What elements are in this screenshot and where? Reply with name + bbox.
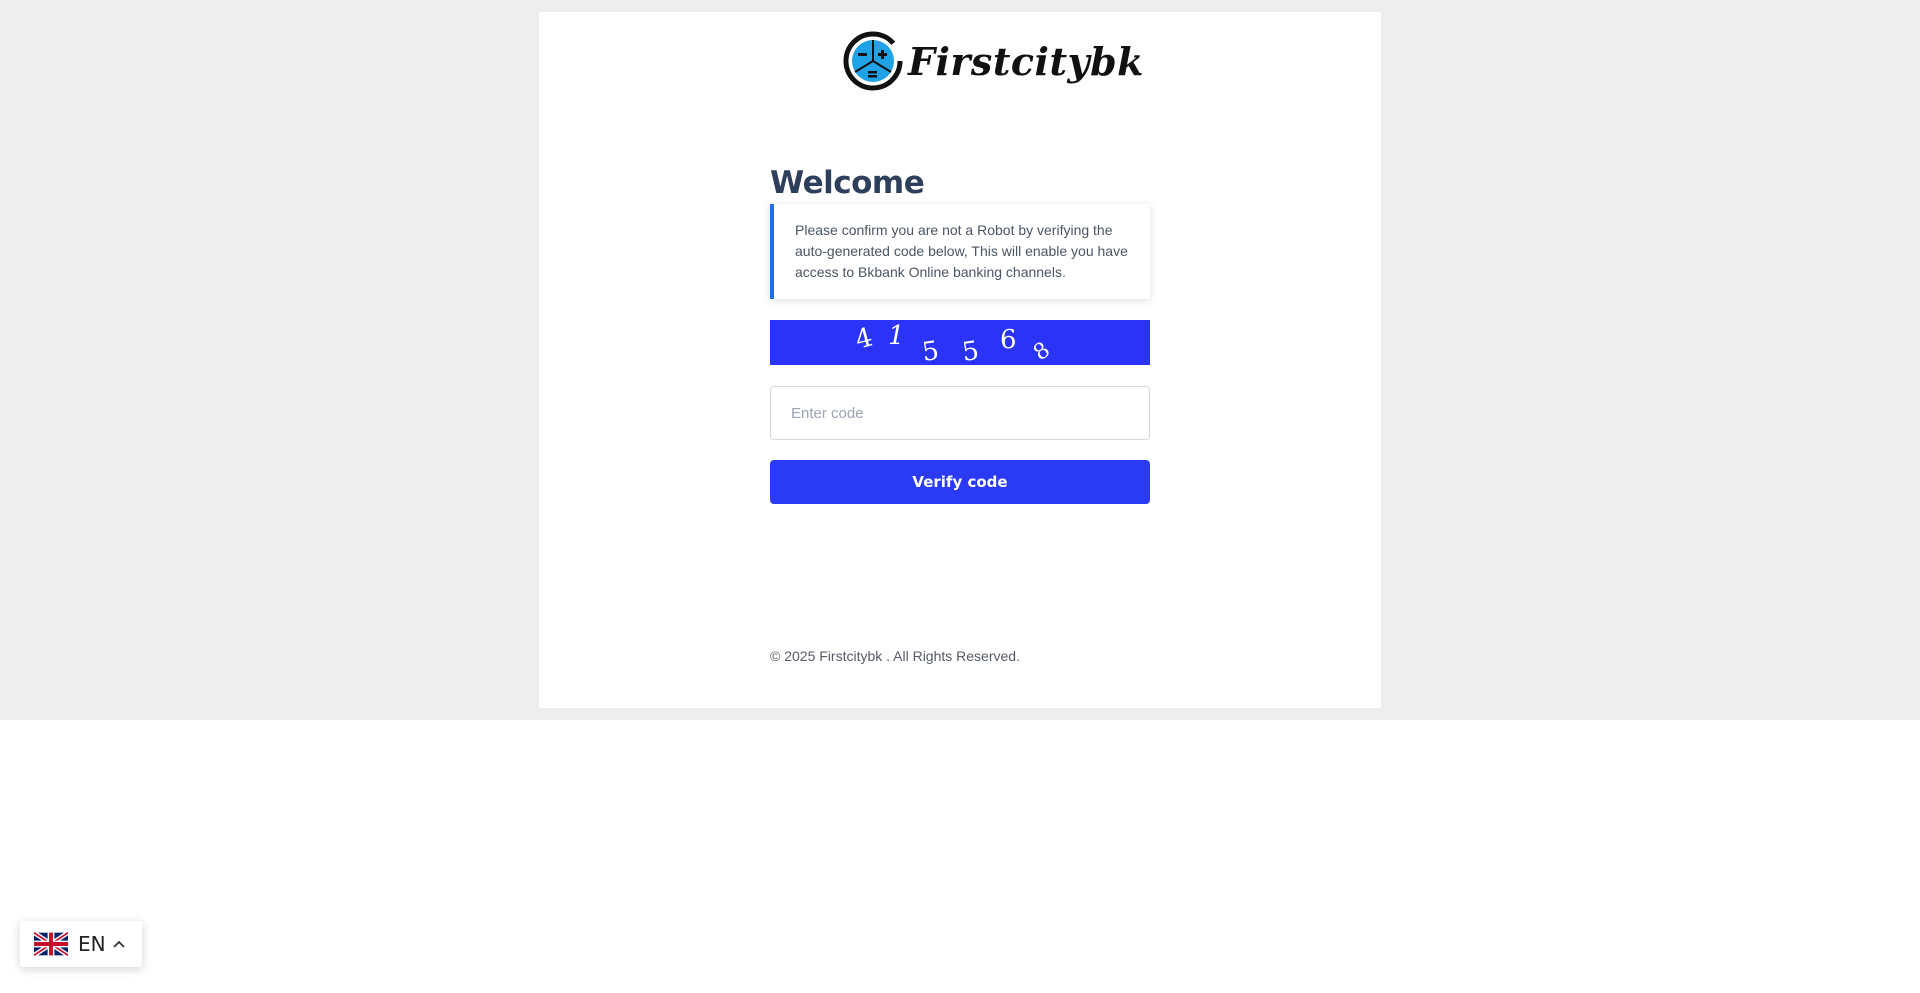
captcha-char: 1 [888, 321, 905, 351]
chevron-up-icon [112, 940, 125, 948]
captcha-char: 6 [1000, 325, 1017, 355]
language-code: EN [78, 932, 106, 956]
language-switcher[interactable]: EN [20, 921, 142, 967]
brand-logo[interactable]: Firstcitybk [840, 30, 1144, 92]
captcha-char: 5 [960, 336, 981, 365]
calculator-logo-icon [843, 31, 903, 91]
captcha-image: 4 1 5 5 6 8 [770, 320, 1150, 365]
robot-check-notice: Please confirm you are not a Robot by ve… [770, 204, 1150, 299]
code-input[interactable] [770, 386, 1150, 440]
verify-code-button[interactable]: Verify code [770, 460, 1150, 504]
verification-form: Welcome Please confirm you are not a Rob… [770, 162, 1150, 504]
copyright-footer: © 2025 Firstcitybk . All Rights Reserved… [770, 648, 1020, 664]
captcha-char: 5 [920, 336, 941, 365]
login-card: Firstcitybk Welcome Please confirm you a… [539, 12, 1381, 708]
captcha-char: 4 [852, 322, 876, 355]
captcha-char: 8 [1029, 338, 1055, 365]
notice-text: Please confirm you are not a Robot by ve… [795, 222, 1128, 280]
page-title: Welcome [770, 165, 925, 201]
brand-name: Firstcitybk [908, 38, 1144, 84]
uk-flag-icon [34, 932, 68, 956]
